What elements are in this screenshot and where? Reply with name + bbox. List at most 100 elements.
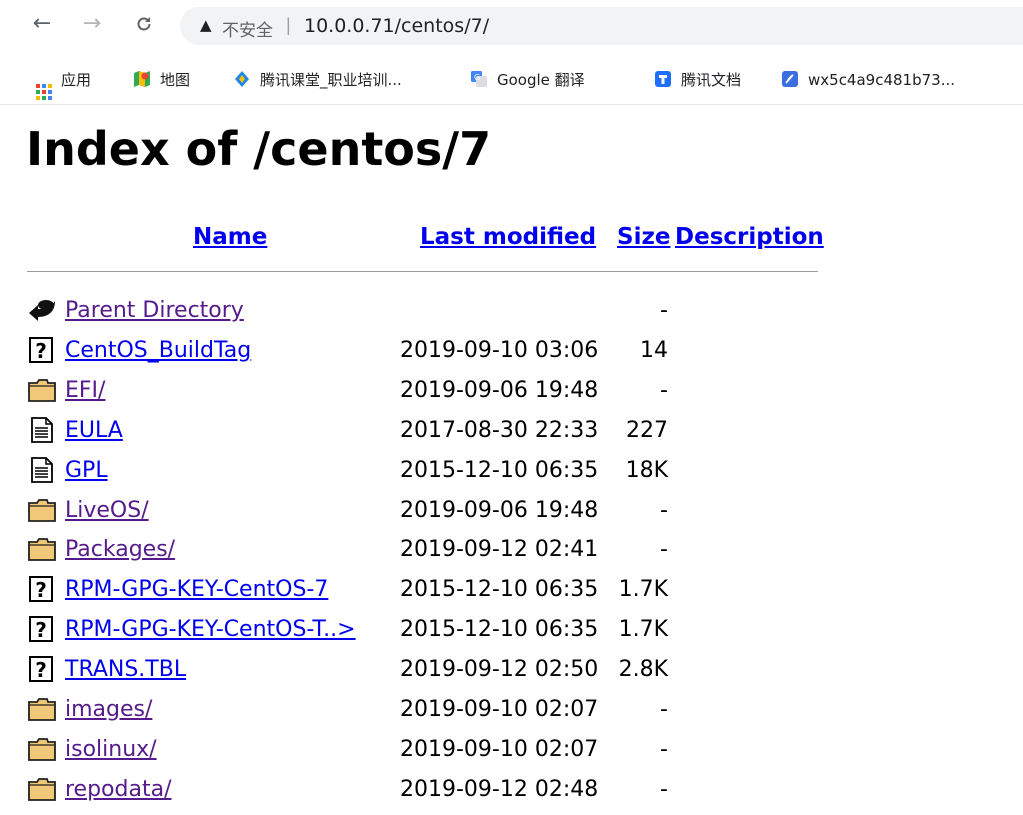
back-arrow-icon <box>27 297 57 323</box>
bookmarks-bar: 应用 地图 腾讯课堂_职业培训... G Google 翻译 腾讯文档 wx5c4… <box>0 56 1023 105</box>
file-link[interactable]: images/ <box>65 696 152 724</box>
last-modified-cell: 2015-12-10 06:35 <box>400 458 599 483</box>
file-link[interactable]: TRANS.TBL <box>65 656 186 684</box>
size-cell: 2.8K <box>618 657 668 682</box>
unknown-file-icon: ? <box>27 656 57 682</box>
size-cell: 1.7K <box>618 617 668 642</box>
table-row: ? RPM-GPG-KEY-CentOS-7 2015-12-10 06:35 1.7… <box>0 570 1023 610</box>
last-modified-cell: 2015-12-10 06:35 <box>400 577 599 602</box>
file-link[interactable]: RPM-GPG-KEY-CentOS-7 <box>65 576 328 604</box>
folder-icon <box>27 736 57 762</box>
size-cell: - <box>660 697 668 722</box>
security-label[interactable]: 不安全 <box>222 16 273 41</box>
size-cell: - <box>660 498 668 523</box>
file-link[interactable]: EFI/ <box>65 377 105 405</box>
svg-text:?: ? <box>35 658 47 682</box>
url-separator: | <box>286 15 291 35</box>
last-modified-cell: 2015-12-10 06:35 <box>400 617 599 642</box>
folder-icon <box>27 696 57 722</box>
last-modified-cell: 2019-09-12 02:48 <box>400 777 599 802</box>
last-modified-cell: 2019-09-10 03:06 <box>400 338 599 363</box>
bookmark-label: 地图 <box>160 71 191 89</box>
page-title: Index of /centos/7 <box>26 122 492 176</box>
maps-pin-icon <box>134 71 150 87</box>
bookmark-wx[interactable]: wx5c4a9c481b73... <box>781 69 955 91</box>
bookmark-maps[interactable]: 地图 <box>133 69 190 91</box>
size-cell: - <box>660 298 668 323</box>
unknown-file-icon: ? <box>27 337 57 363</box>
bookmark-google-translate[interactable]: G Google 翻译 <box>470 69 585 91</box>
size-cell: 18K <box>625 458 668 483</box>
browser-toolbar: ← → ▲ 不安全 | 10.0.0.71/centos/7/ <box>0 0 1023 56</box>
size-cell: - <box>660 537 668 562</box>
bookmark-apps[interactable]: 应用 <box>36 69 92 100</box>
svg-text:?: ? <box>35 618 47 642</box>
size-cell: - <box>660 378 668 403</box>
file-link[interactable]: CentOS_BuildTag <box>65 337 251 365</box>
tencent-classroom-icon <box>235 71 249 87</box>
sort-by-size-link[interactable]: Size <box>617 224 670 250</box>
folder-icon <box>27 536 57 562</box>
size-cell: - <box>660 737 668 762</box>
header-divider <box>27 271 818 272</box>
last-modified-cell: 2019-09-10 02:07 <box>400 737 599 762</box>
forward-arrow-icon[interactable]: → <box>78 10 106 38</box>
bookmark-tencent-docs[interactable]: 腾讯文档 <box>654 69 741 91</box>
file-link[interactable]: Parent Directory <box>65 297 244 325</box>
bookmark-label: 腾讯课堂_职业培训... <box>260 71 402 89</box>
reload-icon[interactable] <box>130 10 158 38</box>
svg-text:G: G <box>474 73 480 82</box>
table-row: isolinux/2019-09-10 02:07 - <box>0 730 1023 770</box>
sort-by-description-link[interactable]: Description <box>675 224 824 250</box>
bookmark-label: 应用 <box>61 71 92 89</box>
file-link[interactable]: isolinux/ <box>65 736 157 764</box>
table-row: ? RPM-GPG-KEY-CentOS-T..> 2015-12-10 06:35… <box>0 610 1023 650</box>
file-link[interactable]: repodata/ <box>65 776 172 804</box>
apps-grid-icon <box>36 84 52 100</box>
table-row: Packages/2019-09-12 02:41 - <box>0 530 1023 570</box>
size-cell: 14 <box>640 338 668 363</box>
bookmark-label: Google 翻译 <box>497 71 585 89</box>
file-link[interactable]: EULA <box>65 417 123 445</box>
tencent-docs-icon <box>655 71 671 87</box>
unknown-file-icon: ? <box>27 616 57 642</box>
table-row: images/2019-09-10 02:07 - <box>0 690 1023 730</box>
size-cell: 1.7K <box>618 577 668 602</box>
folder-icon <box>27 377 57 403</box>
bookmark-label: wx5c4a9c481b73... <box>808 71 956 89</box>
last-modified-cell: 2019-09-12 02:41 <box>400 537 599 562</box>
table-row: Parent Directory - <box>0 291 1023 331</box>
file-link[interactable]: GPL <box>65 457 108 485</box>
last-modified-cell: 2019-09-06 19:48 <box>400 498 599 523</box>
not-secure-warning-icon[interactable]: ▲ <box>200 16 212 34</box>
file-link[interactable]: LiveOS/ <box>65 497 149 525</box>
size-cell: - <box>660 777 668 802</box>
table-row: EFI/2019-09-06 19:48 - <box>0 371 1023 411</box>
svg-text:?: ? <box>35 578 47 602</box>
text-file-icon <box>27 457 57 483</box>
last-modified-cell: 2019-09-06 19:48 <box>400 378 599 403</box>
sort-by-name-link[interactable]: Name <box>193 224 267 250</box>
table-row: repodata/2019-09-12 02:48 - <box>0 770 1023 810</box>
table-row: ? TRANS.TBL 2019-09-12 02:50 2.8K <box>0 650 1023 690</box>
bookmark-tencent-classroom[interactable]: 腾讯课堂_职业培训... <box>233 69 402 91</box>
text-file-icon <box>27 417 57 443</box>
url-text[interactable]: 10.0.0.71/centos/7/ <box>304 15 489 37</box>
unknown-file-icon: ? <box>27 576 57 602</box>
last-modified-cell: 2019-09-12 02:50 <box>400 657 599 682</box>
table-row: LiveOS/2019-09-06 19:48 - <box>0 491 1023 531</box>
svg-text:?: ? <box>35 339 47 363</box>
file-link[interactable]: RPM-GPG-KEY-CentOS-T..> <box>65 616 356 644</box>
last-modified-cell: 2017-08-30 22:33 <box>400 418 599 443</box>
last-modified-cell: 2019-09-10 02:07 <box>400 697 599 722</box>
feather-icon <box>782 71 798 87</box>
back-arrow-icon[interactable]: ← <box>28 10 56 38</box>
google-translate-icon: G <box>471 71 487 87</box>
folder-icon <box>27 776 57 802</box>
file-link[interactable]: Packages/ <box>65 536 175 564</box>
bookmark-label: 腾讯文档 <box>681 71 742 89</box>
address-bar[interactable]: ▲ 不安全 | 10.0.0.71/centos/7/ <box>180 7 1023 45</box>
sort-by-last-modified-link[interactable]: Last modified <box>420 224 596 250</box>
table-row: GPL 2015-12-10 06:35 18K <box>0 451 1023 491</box>
size-cell: 227 <box>626 418 668 443</box>
